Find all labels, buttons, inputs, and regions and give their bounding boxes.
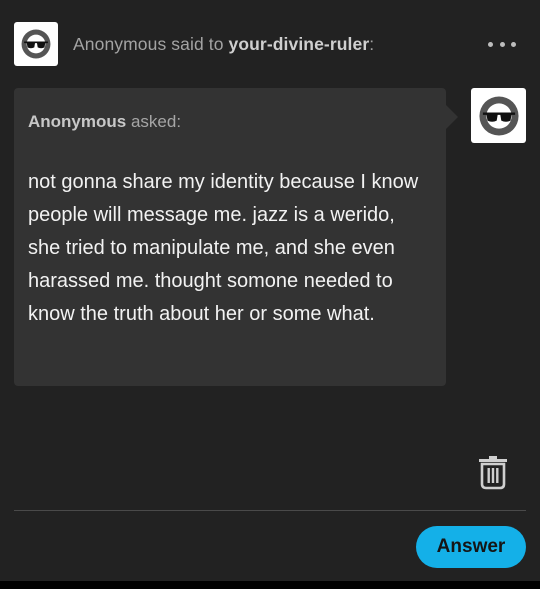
- recipient-avatar[interactable]: [471, 88, 526, 143]
- more-options-icon[interactable]: [488, 34, 516, 54]
- said-to-label: said to: [166, 33, 229, 54]
- bottom-edge: [0, 581, 540, 589]
- divider: [14, 510, 526, 511]
- delete-button[interactable]: [478, 456, 508, 490]
- asker-name: Anonymous: [28, 112, 127, 131]
- answer-button[interactable]: Answer: [416, 526, 526, 568]
- anonymous-sunglasses-icon: [478, 95, 519, 136]
- menu-dot: [499, 41, 505, 47]
- asked-line: Anonymous asked:: [28, 112, 181, 132]
- anonymous-avatar[interactable]: [14, 22, 58, 66]
- question-bubble: Anonymous asked: not gonna share my iden…: [14, 88, 458, 386]
- question-text: not gonna share my identity because I kn…: [28, 171, 419, 325]
- ask-header-text: Anonymous said to your-divine-ruler:: [73, 34, 374, 55]
- recipient-link[interactable]: your-divine-ruler: [229, 34, 370, 54]
- ask-header: Anonymous said to your-divine-ruler:: [14, 22, 526, 66]
- header-colon: :: [369, 33, 375, 54]
- asked-label: asked:: [126, 112, 182, 131]
- trash-icon: [479, 456, 507, 490]
- sender-name: Anonymous: [73, 33, 167, 54]
- anonymous-sunglasses-icon: [21, 29, 51, 59]
- menu-dot: [511, 41, 516, 47]
- menu-dot: [488, 41, 493, 47]
